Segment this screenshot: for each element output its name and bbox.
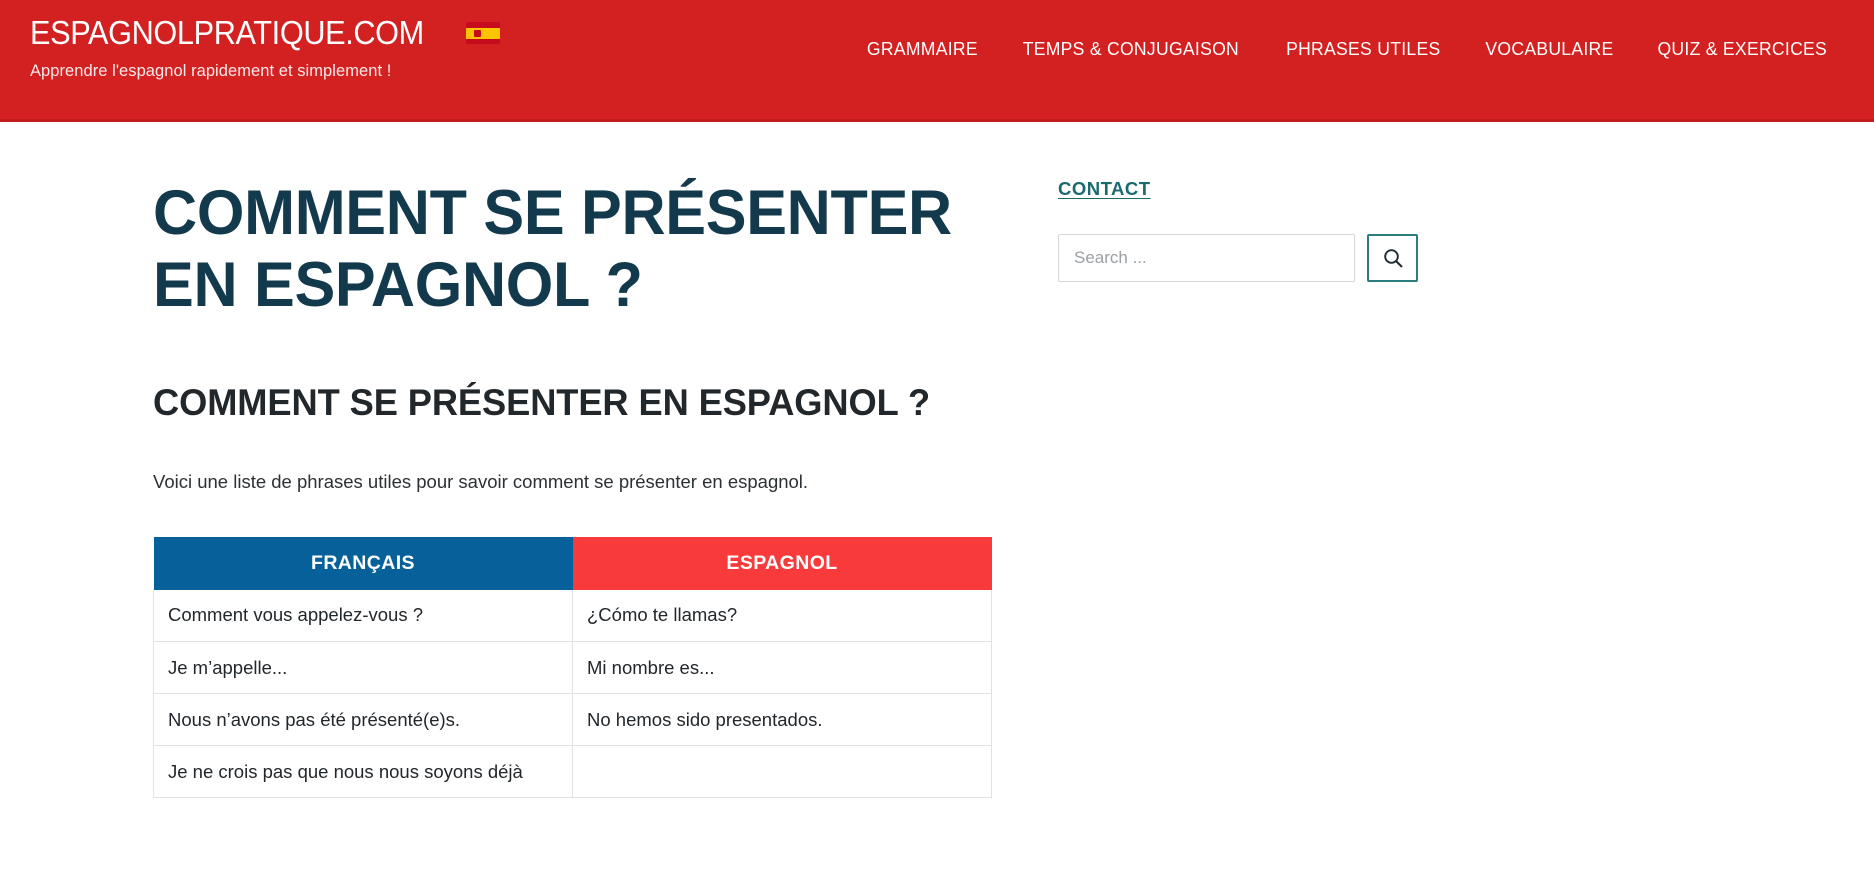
cell-espagnol: No hemos sido presentados. bbox=[572, 693, 992, 747]
flag-emblem bbox=[473, 30, 481, 38]
brand-block: ESPAGNOLPRATIQUE.COM Apprendre l'espagno… bbox=[30, 15, 500, 81]
column-header-espagnol: ESPAGNOL bbox=[572, 536, 992, 590]
site-tagline: Apprendre l'espagnol rapidement et simpl… bbox=[30, 61, 392, 80]
nav-item-phrases-utiles[interactable]: PHRASES UTILES bbox=[1286, 38, 1440, 60]
nav-item-quiz-exercices[interactable]: QUIZ & EXERCICES bbox=[1658, 38, 1828, 60]
table-row: Nous n’avons pas été présenté(e)s. No he… bbox=[153, 693, 992, 747]
cell-espagnol: ¿Cómo te llamas? bbox=[572, 589, 992, 643]
article-content: COMMENT SE PRÉSENTER EN ESPAGNOL ? COMME… bbox=[153, 178, 998, 799]
site-title[interactable]: ESPAGNOLPRATIQUE.COM bbox=[30, 15, 424, 51]
table-row: Je ne crois pas que nous nous soyons déj… bbox=[153, 745, 992, 799]
table-row: Comment vous appelez-vous ? ¿Cómo te lla… bbox=[153, 589, 992, 643]
phrases-table: FRANÇAIS ESPAGNOL Comment vous appelez-v… bbox=[153, 536, 992, 799]
cell-francais: Comment vous appelez-vous ? bbox=[153, 589, 573, 643]
cell-francais: Je m’appelle... bbox=[153, 641, 573, 695]
table-head: FRANÇAIS ESPAGNOL bbox=[153, 536, 992, 590]
search-submit-button[interactable] bbox=[1367, 234, 1418, 282]
main-navigation: GRAMMAIRE TEMPS & CONJUGAISON PHRASES UT… bbox=[864, 38, 1833, 60]
page-body: COMMENT SE PRÉSENTER EN ESPAGNOL ? COMME… bbox=[0, 122, 1874, 881]
spain-flag-icon bbox=[465, 22, 500, 45]
column-header-francais: FRANÇAIS bbox=[153, 536, 573, 590]
table-body: Comment vous appelez-vous ? ¿Cómo te lla… bbox=[153, 589, 992, 799]
cell-francais: Je ne crois pas que nous nous soyons déj… bbox=[153, 745, 573, 799]
table-row: Je m’appelle... Mi nombre es... bbox=[153, 641, 992, 695]
page-title: COMMENT SE PRÉSENTER EN ESPAGNOL ? bbox=[153, 178, 952, 320]
intro-paragraph: Voici une liste de phrases utiles pour s… bbox=[153, 471, 809, 493]
sidebar-link-contact[interactable]: CONTACT bbox=[1058, 178, 1151, 200]
table-header-row: FRANÇAIS ESPAGNOL bbox=[153, 536, 992, 590]
search-form bbox=[1058, 234, 1418, 282]
cell-espagnol bbox=[572, 745, 992, 799]
cell-espagnol: Mi nombre es... bbox=[572, 641, 992, 695]
nav-item-temps-conjugaison[interactable]: TEMPS & CONJUGAISON bbox=[1023, 38, 1239, 60]
sidebar: CONTACT bbox=[1058, 178, 1418, 282]
site-header: ESPAGNOLPRATIQUE.COM Apprendre l'espagno… bbox=[0, 0, 1874, 122]
nav-item-vocabulaire[interactable]: VOCABULAIRE bbox=[1485, 38, 1613, 60]
search-input[interactable] bbox=[1058, 234, 1356, 282]
section-heading: COMMENT SE PRÉSENTER EN ESPAGNOL ? bbox=[153, 381, 931, 423]
brand-row[interactable]: ESPAGNOLPRATIQUE.COM bbox=[30, 15, 500, 51]
cell-francais: Nous n’avons pas été présenté(e)s. bbox=[153, 693, 573, 747]
flag-yellow-band bbox=[465, 27, 500, 39]
search-icon bbox=[1383, 249, 1403, 268]
nav-item-grammaire[interactable]: GRAMMAIRE bbox=[866, 38, 977, 60]
